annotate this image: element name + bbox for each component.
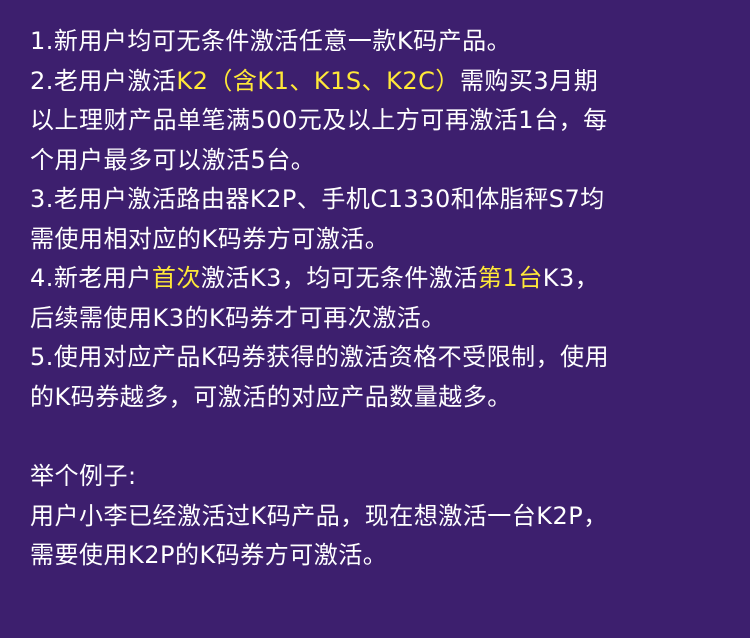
rule-3-line-2: 需使用相对应的K码券方可激活。 [30, 224, 390, 253]
rules-page: 1.新用户均可无条件激活任意一款K码产品。 2.老用户激活K2（含K1、K1S、… [0, 0, 750, 638]
example-line-1: 用户小李已经激活过K码产品，现在想激活一台K2P， [30, 501, 608, 530]
rule-4-line-1: 4.新老用户首次激活K3，均可无条件激活第1台K3， [30, 259, 724, 299]
rule-4-text-c: K3， [542, 264, 600, 292]
rule-3-line-1: 3.老用户激活路由器K2P、手机C1330和体脂秤S7均 [30, 185, 605, 213]
rule-2-line-3: 个用户最多可以激活5台。 [30, 145, 316, 174]
rule-2-line-1: 2.老用户激活K2（含K1、K1S、K2C）需购买3月期 [30, 62, 724, 102]
rule-2-text-b: 需购买3月期 [459, 66, 599, 95]
activation-rules: 1.新用户均可无条件激活任意一款K码产品。 2.老用户激活K2（含K1、K1S、… [30, 22, 724, 417]
example-section: 举个例子: 用户小李已经激活过K码产品，现在想激活一台K2P， 需要使用K2P的… [30, 457, 724, 576]
rule-5-line-1: 5.使用对应产品K码券获得的激活资格不受限制，使用 [30, 343, 610, 371]
rule-1-line-1: 1.新用户均可无条件激活任意一款K码产品。 [30, 27, 512, 55]
rule-4-highlight-first-unit: 第1台 [477, 264, 543, 292]
rule-4-text-b: 激活K3，均可无条件激活 [200, 264, 478, 292]
rule-4-line-2: 后续需使用K3的K码券才可再次激活。 [30, 303, 446, 332]
rule-5-line-2: 的K码券越多，可激活的对应产品数量越多。 [30, 382, 512, 411]
rule-4-highlight-first-time: 首次 [151, 264, 201, 292]
example-title: 举个例子: [30, 462, 137, 490]
example-line-2: 需要使用K2P的K码券方可激活。 [30, 541, 388, 569]
rule-2-text-a: 2.老用户激活 [30, 66, 177, 95]
rule-2-line-2: 以上理财产品单笔满500元及以上方可再激活1台，每 [30, 106, 608, 134]
rule-2-highlight-products: K2（含K1、K1S、K2C） [176, 66, 460, 95]
rule-4-text-a: 4.新老用户 [30, 264, 152, 292]
